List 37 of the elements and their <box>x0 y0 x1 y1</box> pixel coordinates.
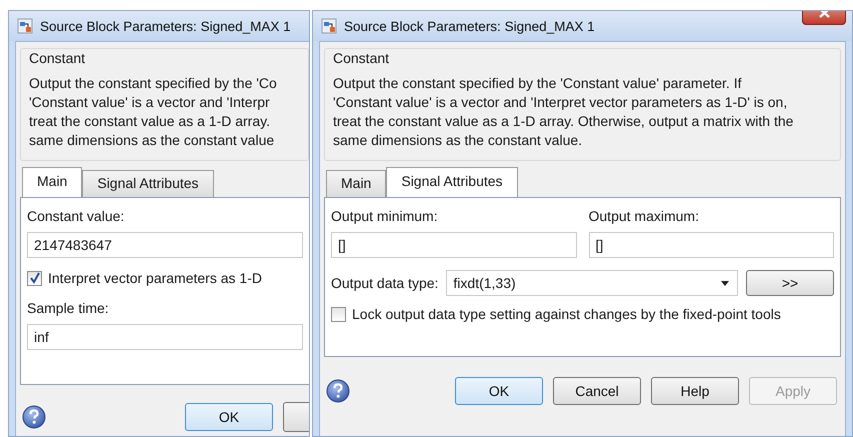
field-label: Output data type: <box>331 275 438 291</box>
checkbox[interactable] <box>27 270 42 286</box>
tab[interactable]: Signal Attributes <box>82 170 214 197</box>
tab[interactable]: Main <box>326 170 386 197</box>
checkbox[interactable] <box>331 306 346 322</box>
dialog-button[interactable]: OK <box>185 403 273 431</box>
input-field[interactable]: 2147483647 <box>27 232 303 258</box>
input-field[interactable]: inf <box>27 324 303 350</box>
dialog-button[interactable]: Help <box>651 377 739 405</box>
window-title: Source Block Parameters: Signed_MAX 1 <box>344 18 595 34</box>
dialog-button[interactable]: OK <box>455 377 543 405</box>
help-icon[interactable] <box>22 405 46 429</box>
dropdown[interactable]: fixdt(1,33) <box>446 270 738 296</box>
expand-button[interactable]: >> <box>746 270 834 296</box>
description-text: Output the constant specified by the 'Co 'Constant value' is a vector and 'Interpr treat the constant value as a 1-D array. same dimensions as the constant value <box>29 74 278 150</box>
group-title: Constant <box>29 50 86 66</box>
input-field[interactable]: [] <box>331 232 576 258</box>
tab[interactable]: Main <box>22 167 82 197</box>
window-title: Source Block Parameters: Signed_MAX 1 <box>40 18 291 34</box>
dialog-button[interactable]: Cancel <box>553 377 641 405</box>
checkmark-icon <box>28 272 40 284</box>
field-label: Output minimum: <box>331 208 439 224</box>
block-icon <box>17 18 33 34</box>
dialog-button[interactable] <box>283 402 309 432</box>
description-text: Output the constant specified by the 'Constant value' parameter. If 'Constant value' is a vector and 'Interpret vector parameters as 1-D' is on, treat the constant value as a 1-D array. Otherwise, output a matrix with the same dimensions as the constant value. <box>333 74 794 150</box>
field-label: Output maximum: <box>588 208 700 224</box>
checkbox-label: Lock output data type setting against changes by the fixed-point tools <box>352 306 781 322</box>
caret-icon <box>721 280 729 286</box>
field-label: Constant value: <box>27 208 126 224</box>
input-field[interactable]: [] <box>588 232 834 258</box>
help-icon[interactable] <box>326 379 350 403</box>
group-title: Constant <box>333 50 390 66</box>
field-label: Sample time: <box>27 300 110 316</box>
tab[interactable]: Signal Attributes <box>386 167 518 197</box>
block-icon <box>321 18 337 34</box>
checkbox-label: Interpret vector parameters as 1-D <box>48 270 262 286</box>
close-icon[interactable] <box>818 11 830 18</box>
